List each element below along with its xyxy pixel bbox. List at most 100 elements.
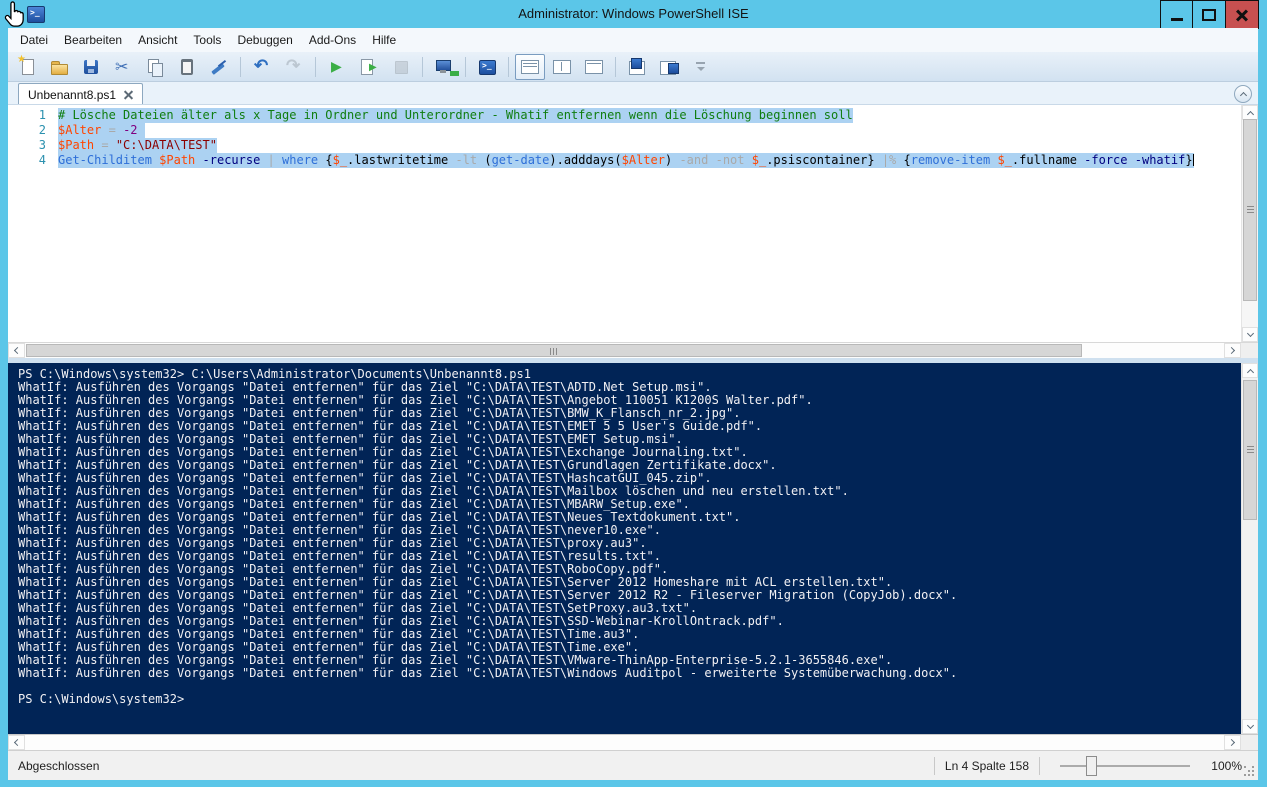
mouse-hand-cursor-icon bbox=[1, 0, 29, 30]
statusbar-separator bbox=[934, 757, 935, 775]
menu-hilfe[interactable]: Hilfe bbox=[364, 28, 404, 52]
editor-hscroll-thumb[interactable] bbox=[26, 344, 1082, 357]
tab-bar: Unbenannt8.ps1 bbox=[8, 82, 1258, 104]
scroll-down-arrow[interactable] bbox=[1242, 719, 1258, 734]
undo-button[interactable] bbox=[247, 54, 277, 80]
collapse-script-pane-button[interactable] bbox=[1234, 85, 1252, 103]
powershell-console-icon bbox=[477, 57, 497, 77]
console-vertical-scrollbar[interactable] bbox=[1241, 363, 1258, 734]
chevron-left-icon bbox=[14, 347, 21, 354]
editor-line[interactable]: 2$Alter = -2 bbox=[8, 123, 1241, 138]
show-script-pane-right-button[interactable] bbox=[547, 54, 577, 80]
app-icon bbox=[27, 6, 45, 23]
tab-unbenannt8[interactable]: Unbenannt8.ps1 bbox=[18, 83, 143, 105]
editor-vscroll-thumb[interactable] bbox=[1243, 119, 1257, 301]
maximize-button[interactable] bbox=[1193, 0, 1226, 29]
editor-vertical-scrollbar[interactable] bbox=[1241, 105, 1258, 342]
toolbar-separator bbox=[615, 57, 616, 77]
toolbar-overflow-button[interactable] bbox=[686, 54, 716, 80]
console-line: WhatIf: Ausführen des Vorgangs "Datei en… bbox=[18, 667, 1241, 680]
chevron-left-icon bbox=[14, 739, 21, 746]
editor-line[interactable]: 4Get-Childitem $Path -recurse | where {$… bbox=[8, 153, 1241, 168]
layout-maximized-icon bbox=[584, 57, 604, 77]
run-selection-button[interactable] bbox=[354, 54, 384, 80]
scroll-down-arrow[interactable] bbox=[1242, 327, 1258, 342]
open-folder-icon bbox=[49, 57, 69, 77]
paste-clipboard-icon bbox=[177, 57, 197, 77]
scroll-right-arrow[interactable] bbox=[1224, 735, 1241, 750]
start-powershell-exe-button[interactable] bbox=[472, 54, 502, 80]
clear-console-button[interactable] bbox=[204, 54, 234, 80]
editor-line[interactable]: 3$Path = "C:\DATA\TEST" bbox=[8, 138, 1241, 153]
run-selection-icon bbox=[359, 57, 379, 77]
save-script-button[interactable] bbox=[76, 54, 106, 80]
new-remote-powershell-tab-button[interactable] bbox=[429, 54, 459, 80]
console-vscroll-thumb[interactable] bbox=[1243, 380, 1257, 520]
scrollbar-corner bbox=[1241, 735, 1258, 750]
run-script-button[interactable] bbox=[322, 54, 352, 80]
scrollbar-corner bbox=[1241, 343, 1258, 358]
console-output[interactable]: PS C:\Windows\system32> C:\Users\Adminis… bbox=[8, 363, 1241, 734]
show-script-pane-maximized-button[interactable] bbox=[579, 54, 609, 80]
window-controls bbox=[1160, 0, 1259, 29]
status-bar: Abgeschlossen Ln 4 Spalte 158 100% bbox=[8, 750, 1258, 780]
console-pane[interactable]: PS C:\Windows\system32> C:\Users\Adminis… bbox=[8, 363, 1258, 734]
scroll-up-arrow[interactable] bbox=[1242, 105, 1258, 120]
script-pane-above-button[interactable] bbox=[622, 54, 652, 80]
stop-square-icon bbox=[391, 57, 411, 77]
zoom-slider-track[interactable] bbox=[1060, 765, 1190, 767]
menu-debuggen[interactable]: Debuggen bbox=[229, 28, 300, 52]
line-number: 3 bbox=[8, 138, 46, 153]
scroll-left-arrow[interactable] bbox=[8, 343, 25, 358]
chevron-down-icon bbox=[1246, 722, 1253, 729]
scroll-right-arrow[interactable] bbox=[1224, 343, 1241, 358]
statusbar-separator bbox=[1039, 757, 1040, 775]
menu-ansicht[interactable]: Ansicht bbox=[130, 28, 185, 52]
copy-pages-icon bbox=[145, 57, 165, 77]
tab-label: Unbenannt8.ps1 bbox=[28, 88, 116, 102]
toolbar bbox=[8, 52, 1258, 82]
cut-button[interactable] bbox=[108, 54, 138, 80]
copy-button[interactable] bbox=[140, 54, 170, 80]
editor-horizontal-scrollbar[interactable] bbox=[8, 342, 1258, 358]
minimize-icon bbox=[1171, 18, 1183, 21]
menu-bearbeiten[interactable]: Bearbeiten bbox=[56, 28, 130, 52]
window-content: DateiBearbeitenAnsichtToolsDebuggenAdd-O… bbox=[8, 28, 1258, 780]
show-script-pane-top-button[interactable] bbox=[515, 54, 545, 80]
console-line: PS C:\Windows\system32> bbox=[18, 693, 1241, 706]
zoom-level: 100% bbox=[1200, 759, 1242, 773]
zoom-slider-thumb[interactable] bbox=[1086, 756, 1097, 776]
menu-add-ons[interactable]: Add-Ons bbox=[301, 28, 364, 52]
chevron-up-icon bbox=[1246, 368, 1253, 375]
status-text: Abgeschlossen bbox=[14, 759, 924, 773]
script-editor[interactable]: 1# Lösche Dateien älter als x Tage in Or… bbox=[8, 105, 1241, 342]
save-floppy-icon bbox=[81, 57, 101, 77]
chevron-right-icon bbox=[1228, 347, 1235, 354]
chevron-up-icon bbox=[1246, 110, 1253, 117]
scroll-up-arrow[interactable] bbox=[1242, 363, 1258, 378]
titlebar[interactable]: Administrator: Windows PowerShell ISE bbox=[0, 0, 1267, 28]
window-script-right-icon bbox=[659, 57, 679, 77]
scroll-left-arrow[interactable] bbox=[8, 735, 25, 750]
close-button[interactable] bbox=[1226, 0, 1259, 29]
open-script-button[interactable] bbox=[44, 54, 74, 80]
chevron-down-icon bbox=[1246, 330, 1253, 337]
resize-grip-icon[interactable] bbox=[1244, 766, 1256, 778]
line-number: 4 bbox=[8, 153, 46, 168]
script-editor-pane[interactable]: 1# Lösche Dateien älter als x Tage in Or… bbox=[8, 104, 1258, 342]
menubar: DateiBearbeitenAnsichtToolsDebuggenAdd-O… bbox=[8, 28, 1258, 52]
minimize-button[interactable] bbox=[1160, 0, 1193, 29]
menu-datei[interactable]: Datei bbox=[12, 28, 56, 52]
zoom-slider[interactable] bbox=[1060, 756, 1190, 776]
redo-button[interactable] bbox=[279, 54, 309, 80]
editor-line[interactable]: 1# Lösche Dateien älter als x Tage in Or… bbox=[8, 108, 1241, 123]
stop-operation-button[interactable] bbox=[386, 54, 416, 80]
new-script-button[interactable] bbox=[12, 54, 42, 80]
redo-arrow-icon bbox=[284, 57, 304, 77]
tab-close-icon[interactable] bbox=[124, 90, 133, 99]
menu-tools[interactable]: Tools bbox=[185, 28, 229, 52]
console-horizontal-scrollbar[interactable] bbox=[8, 734, 1258, 750]
paste-button[interactable] bbox=[172, 54, 202, 80]
script-pane-right-button[interactable] bbox=[654, 54, 684, 80]
cursor-position: Ln 4 Spalte 158 bbox=[945, 759, 1029, 773]
